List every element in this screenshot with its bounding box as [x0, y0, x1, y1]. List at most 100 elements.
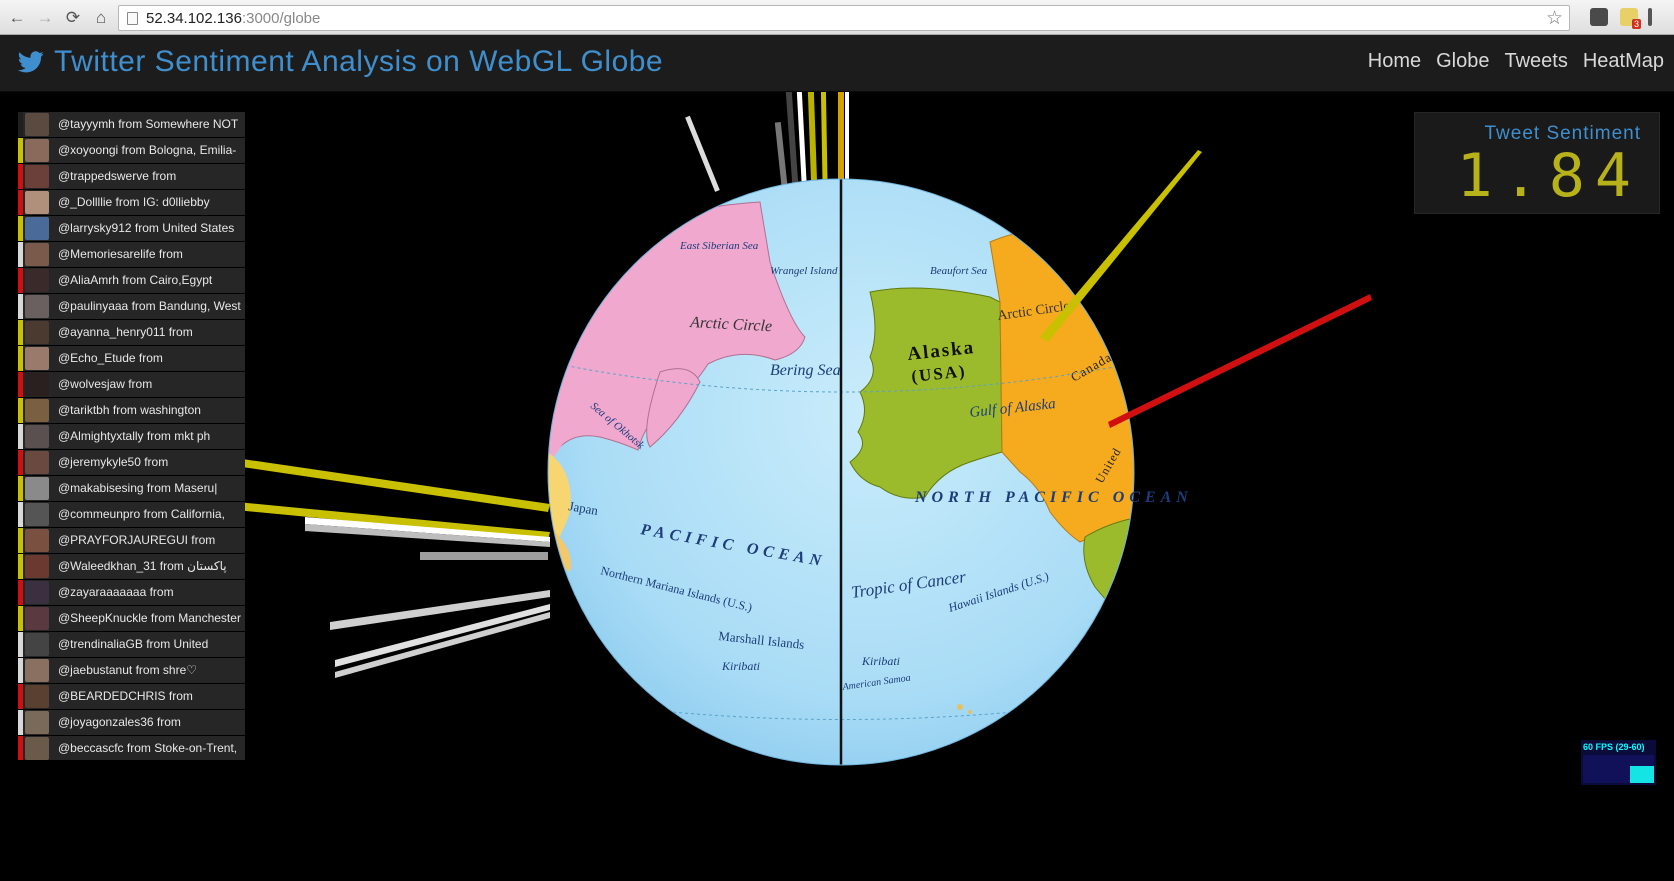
forward-icon[interactable]: → — [34, 7, 56, 29]
avatar — [25, 737, 49, 760]
avatar — [25, 191, 49, 214]
brand[interactable]: Twitter Sentiment Analysis on WebGL Glob… — [18, 45, 663, 79]
tweet-text: @paulinyaaa from Bandung, West — [58, 299, 241, 313]
tweet-text: @makabisesing from Maseru| — [58, 481, 218, 495]
sentiment-bar — [18, 164, 23, 189]
sentiment-bar — [18, 320, 23, 345]
tweet-text: @larrysky912 from United States — [58, 221, 235, 235]
avatar — [25, 503, 49, 526]
tweet-text: @_Dollllie from IG: d0lliebby — [58, 195, 210, 209]
tweet-item[interactable]: @Waleedkhan_31 from پاکستان — [18, 554, 245, 580]
tweet-item[interactable]: @BEARDEDCHRIS from — [18, 684, 245, 710]
sentiment-bar — [18, 216, 23, 241]
tweet-text: @tariktbh from washington — [58, 403, 201, 417]
avatar — [25, 243, 49, 266]
nav-tweets[interactable]: Tweets — [1504, 50, 1567, 73]
tweet-item[interactable]: @zayaraaaaaaa from — [18, 580, 245, 606]
tweet-text: @BEARDEDCHRIS from — [58, 689, 193, 703]
tweet-item[interactable]: @paulinyaaa from Bandung, West — [18, 294, 245, 320]
avatar — [25, 399, 49, 422]
sentiment-bar — [18, 450, 23, 475]
tweet-item[interactable]: @Memoriesarelife from — [18, 242, 245, 268]
avatar — [25, 139, 49, 162]
fps-graph — [1583, 755, 1654, 783]
tweet-text: @beccascfc from Stoke-on-Trent, — [58, 741, 238, 755]
tweet-item[interactable]: @jaebustanut from shre♡ — [18, 658, 245, 684]
main-menu: Home Globe Tweets HeatMap — [1353, 50, 1664, 73]
fps-meter[interactable]: 60 FPS (29-60) — [1581, 740, 1656, 785]
tweet-item[interactable]: @trendinaliaGB from United — [18, 632, 245, 658]
map-label-north-pacific-ocean: NORTH PACIFIC OCEAN — [914, 489, 1193, 506]
sentiment-panel: Tweet Sentiment 1.84 — [1414, 112, 1660, 214]
tweet-text: @ayanna_henry011 from — [58, 325, 193, 339]
home-icon[interactable]: ⌂ — [90, 7, 112, 29]
fps-text: 60 FPS (29-60) — [1583, 742, 1645, 752]
menu-icon[interactable] — [1648, 8, 1652, 26]
bookmark-star-icon[interactable]: ☆ — [1546, 7, 1563, 30]
avatar — [25, 217, 49, 240]
sentiment-bar — [18, 528, 23, 553]
sentiment-bar — [18, 476, 23, 501]
sentiment-bar — [18, 710, 23, 735]
tweet-item[interactable]: @Almightyxtally from mkt ph — [18, 424, 245, 450]
tweet-text: @AliaAmrh from Cairo,Egypt — [58, 273, 213, 287]
tweet-text: @trappedswerve from — [58, 169, 177, 183]
tweet-text: @jaebustanut from shre♡ — [58, 663, 198, 677]
tweet-item[interactable]: @AliaAmrh from Cairo,Egypt — [18, 268, 245, 294]
sentiment-bar — [18, 424, 23, 449]
sentiment-bar — [18, 684, 23, 709]
fps-bar — [1630, 766, 1654, 783]
avatar — [25, 659, 49, 682]
url-text[interactable]: 52.34.102.136:3000/globe — [146, 10, 320, 27]
tweet-item[interactable]: @Echo_Etude from — [18, 346, 245, 372]
tweet-item[interactable]: @trappedswerve from — [18, 164, 245, 190]
tweet-text: @Memoriesarelife from — [58, 247, 183, 261]
sentiment-bar — [18, 658, 23, 683]
twitter-bird-icon — [18, 51, 44, 73]
tweet-item[interactable]: @tariktbh from washington — [18, 398, 245, 424]
map-label-bering-sea: Bering Sea — [770, 362, 841, 379]
tweet-item[interactable]: @larrysky912 from United States — [18, 216, 245, 242]
tweet-item[interactable]: @xoyoongi from Bologna, Emilia- — [18, 138, 245, 164]
sentiment-bar — [18, 606, 23, 631]
avatar — [25, 425, 49, 448]
sentiment-bar — [18, 554, 23, 579]
address-bar[interactable]: 52.34.102.136:3000/globe ☆ — [118, 5, 1570, 31]
back-icon[interactable]: ← — [6, 7, 28, 29]
sentiment-bar — [18, 372, 23, 397]
avatar — [25, 165, 49, 188]
tweet-item[interactable]: @commeunpro from California, — [18, 502, 245, 528]
tweet-item[interactable]: @makabisesing from Maseru| — [18, 476, 245, 502]
nav-heatmap[interactable]: HeatMap — [1583, 50, 1664, 73]
tweet-item[interactable]: @jeremykyle50 from — [18, 450, 245, 476]
nav-globe[interactable]: Globe — [1436, 50, 1489, 73]
extension-bulb-icon[interactable]: 3 — [1620, 8, 1641, 29]
tweet-text: @commeunpro from California, — [58, 507, 225, 521]
sentiment-bar — [18, 398, 23, 423]
sentiment-bar — [18, 736, 23, 760]
map-label-east-siberian-sea: East Siberian Sea — [679, 240, 759, 252]
nav-home[interactable]: Home — [1368, 50, 1421, 73]
tweet-item[interactable]: @beccascfc from Stoke-on-Trent, — [18, 736, 245, 760]
avatar — [25, 451, 49, 474]
tweet-item[interactable]: @ayanna_henry011 from — [18, 320, 245, 346]
tweet-item[interactable]: @_Dollllie from IG: d0lliebby — [18, 190, 245, 216]
sentiment-bar — [18, 190, 23, 215]
tweet-item[interactable]: @wolvesjaw from — [18, 372, 245, 398]
tweet-text: @PRAYFORJAUREGUI from — [58, 533, 216, 547]
tweet-item[interactable]: @SheepKnuckle from Manchester — [18, 606, 245, 632]
tweet-item[interactable]: @PRAYFORJAUREGUI from — [18, 528, 245, 554]
reload-icon[interactable]: ⟳ — [62, 7, 84, 29]
avatar — [25, 581, 49, 604]
sentiment-bar — [18, 502, 23, 527]
avatar — [25, 321, 49, 344]
extension-icon[interactable] — [1590, 8, 1608, 26]
sentiment-value: 1.84 — [1456, 141, 1641, 211]
tweet-list[interactable]: @tayyymh from Somewhere NOT @xoyoongi fro… — [18, 112, 245, 760]
tweet-item[interactable]: @tayyymh from Somewhere NOT — [18, 112, 245, 138]
tweet-text: @wolvesjaw from — [58, 377, 153, 391]
avatar — [25, 685, 49, 708]
browser-chrome: ← → ⟳ ⌂ 52.34.102.136:3000/globe ☆ 3 — [0, 0, 1674, 35]
tweet-item[interactable]: @joyagonzales36 from — [18, 710, 245, 736]
avatar — [25, 113, 49, 136]
